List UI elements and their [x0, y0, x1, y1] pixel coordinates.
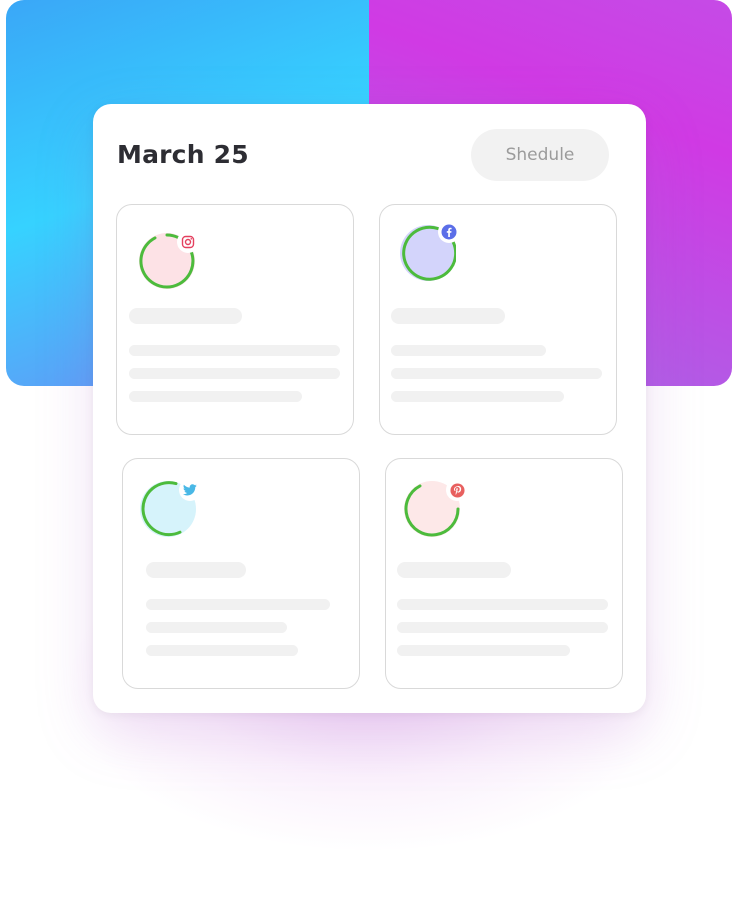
post-line-placeholder	[129, 368, 340, 379]
post-line-placeholder	[391, 345, 546, 356]
post-card-pinterest[interactable]	[385, 458, 623, 689]
post-line-placeholder	[391, 391, 564, 402]
pinterest-icon	[446, 479, 468, 501]
post-line-placeholder	[397, 645, 570, 656]
post-line-placeholder	[129, 391, 302, 402]
post-line-placeholder	[146, 645, 298, 656]
schedule-button[interactable]: Shedule	[471, 129, 609, 181]
instagram-icon	[177, 231, 199, 253]
post-title-placeholder	[146, 562, 246, 578]
post-card-facebook[interactable]	[379, 204, 617, 435]
post-line-placeholder	[146, 622, 287, 633]
post-card-twitter[interactable]	[122, 458, 360, 689]
post-title-placeholder	[129, 308, 242, 324]
facebook-icon	[438, 221, 460, 243]
post-line-placeholder	[391, 368, 602, 379]
post-title-placeholder	[391, 308, 505, 324]
post-line-placeholder	[129, 345, 340, 356]
schedule-card: March 25 Shedule	[93, 104, 646, 713]
post-card-instagram[interactable]	[116, 204, 354, 435]
post-line-placeholder	[397, 599, 608, 610]
post-line-placeholder	[397, 622, 608, 633]
post-line-placeholder	[146, 599, 330, 610]
page-title: March 25	[117, 140, 249, 169]
post-title-placeholder	[397, 562, 511, 578]
twitter-icon	[179, 479, 201, 501]
